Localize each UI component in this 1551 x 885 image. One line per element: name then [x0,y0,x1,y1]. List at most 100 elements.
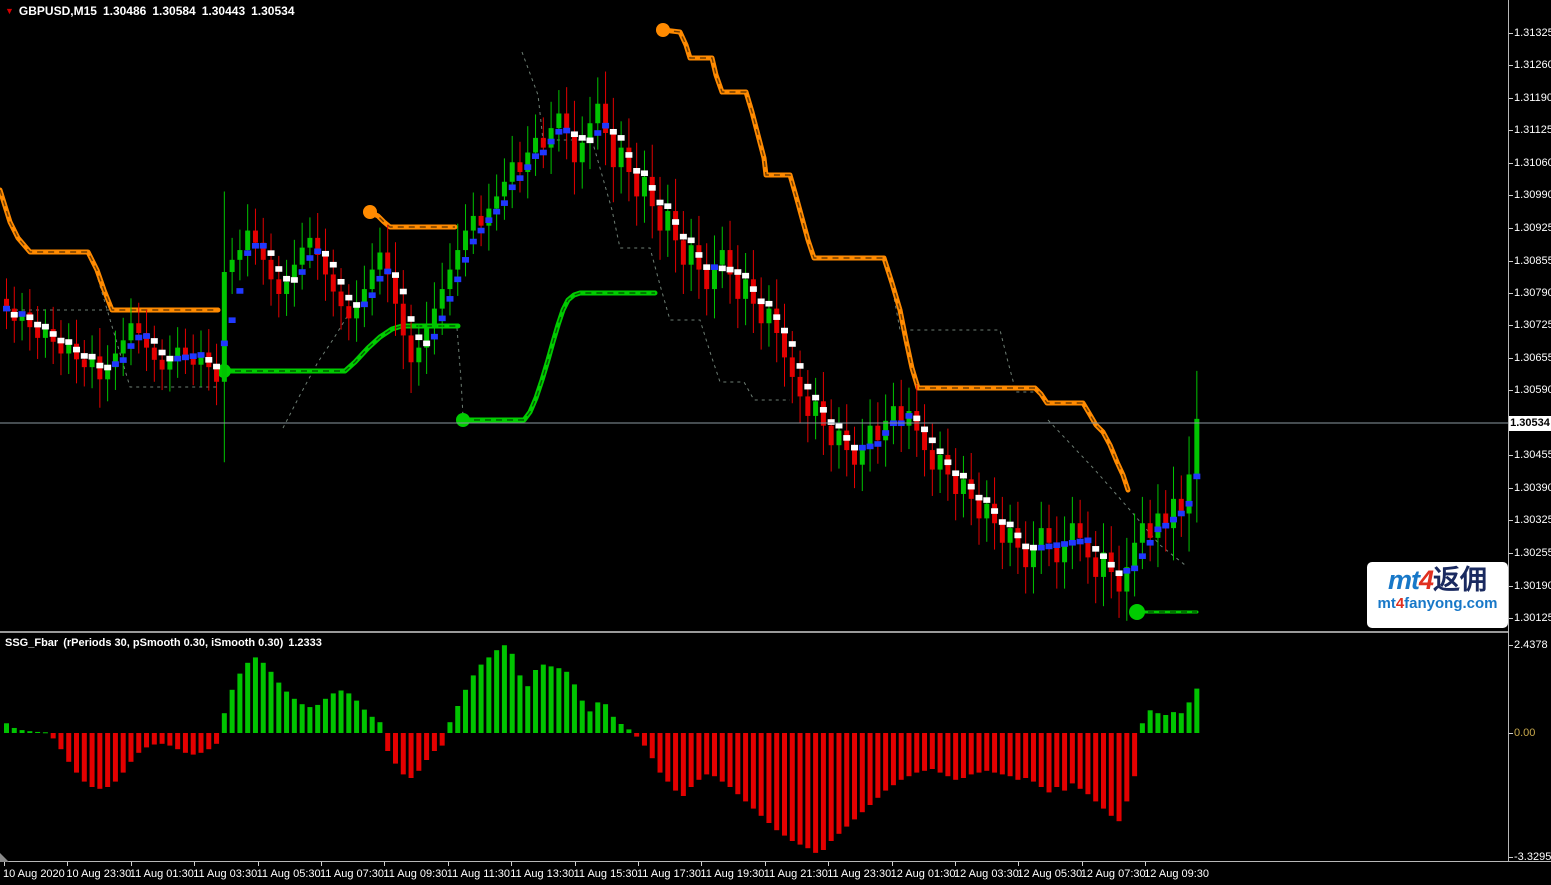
candle-body [362,289,367,304]
panel-resize-grip[interactable] [0,853,9,862]
candle-body [1008,528,1013,543]
ma-dash [65,339,72,345]
candle-body [183,348,188,355]
ma-dash [968,484,975,490]
candle-body [922,431,927,451]
ma-dash [3,306,10,312]
time-axis-label: 10 Aug 23:30 [66,868,131,880]
histogram-bar [992,733,997,773]
ma-dash [11,312,18,318]
ma-dash [431,334,438,340]
histogram-bar [619,724,624,733]
time-axis-tick [131,862,132,866]
symbol-dropdown-icon[interactable]: ▼ [5,6,14,16]
ma-dash [905,413,912,419]
ma-dash [1077,539,1084,545]
histogram-bar [370,717,375,733]
ma-dash [1131,566,1138,572]
price-axis-tick [1509,553,1513,554]
candle-body [782,333,787,357]
time-axis-label: 12 Aug 09:30 [1144,868,1209,880]
price-axis-label: 1.31190 [1514,92,1551,104]
ma-dash [392,272,399,278]
time-axis-tick [511,862,512,866]
ma-dash [345,295,352,301]
ma-dash [1170,517,1177,523]
price-axis-tick [1509,488,1513,489]
ma-dash [104,365,111,371]
histogram-bar [1039,733,1044,787]
ma-dash [353,302,360,308]
symbol-timeframe-label: GBPUSD,M15 [19,4,97,18]
ma-dash [384,269,391,275]
histogram-bar [1093,733,1098,801]
histogram-bar [1000,733,1005,774]
candle-body [533,138,538,153]
histogram-bar [51,733,56,738]
ma-dash [96,363,103,369]
candle-body [121,340,126,353]
histogram-bar [4,723,9,733]
histogram-bar [852,733,857,819]
price-axis[interactable]: 1.30534 1.313251.312601.311901.311251.31… [1509,0,1551,861]
indicator-name: SSG_Fbar [5,637,58,649]
histogram-bar [82,733,87,782]
candle-body [1093,557,1098,577]
ma-dash [548,139,555,145]
candle-body [735,274,740,298]
histogram-bar [891,733,896,785]
time-axis-label: 12 Aug 01:30 [891,868,956,880]
main-price-chart[interactable] [0,0,1508,631]
ma-dash [361,302,368,308]
ma-dash [1014,533,1021,539]
candle-body [1047,528,1052,543]
ma-dash [81,353,88,359]
histogram-bar [269,672,274,733]
ma-dash [680,234,687,240]
ma-dash [151,338,158,344]
price-axis-tick [1509,98,1513,99]
histogram-bar [1171,712,1176,733]
candle-body [1187,474,1192,513]
ma-dash [1038,545,1045,551]
histogram-bar [1117,733,1122,821]
candle-body [269,260,274,280]
histogram-bar [377,722,382,733]
price-axis-label: 1.30790 [1514,287,1551,299]
candle-body [284,282,289,294]
ma-dash [843,435,850,441]
time-axis[interactable]: 10 Aug 202010 Aug 23:3011 Aug 01:3011 Au… [0,862,1551,885]
ssg-fbar-indicator-panel[interactable] [0,634,1508,862]
candle-body [440,289,445,309]
histogram-bar [121,733,126,773]
ma-dash [314,248,321,254]
candle-body [634,172,639,196]
ma-dash [1139,553,1146,559]
ma-dash [734,269,741,275]
ma-dash [742,273,749,279]
histogram-bar [58,733,63,749]
histogram-bar [829,733,834,841]
panel-separator[interactable] [0,631,1551,633]
histogram-bar [1101,733,1106,809]
candle-body [160,360,165,370]
indicator-axis-tick [1509,733,1513,734]
indicator-axis-label: 2.4378 [1514,639,1548,651]
buy-trend-line-dash-overlay [224,326,458,371]
histogram-bar [1179,713,1184,733]
mt4-chart-window: ▼GBPUSD,M151.304861.305841.304431.30534 … [0,0,1551,885]
time-axis-tick [384,862,385,866]
indicator-axis-tick [1509,857,1513,858]
price-axis-label: 1.31060 [1514,157,1551,169]
ma-dash [750,286,757,292]
histogram-bar [393,733,398,764]
candle-body [300,248,305,265]
ma-dash [664,203,671,209]
candle-body [953,474,958,494]
histogram-bar [385,733,390,751]
histogram-bar [494,650,499,733]
ma-dash [135,335,142,341]
histogram-bar [1062,733,1067,791]
buy-trend-line-start-dot [1129,604,1145,620]
ma-dash [244,250,251,256]
